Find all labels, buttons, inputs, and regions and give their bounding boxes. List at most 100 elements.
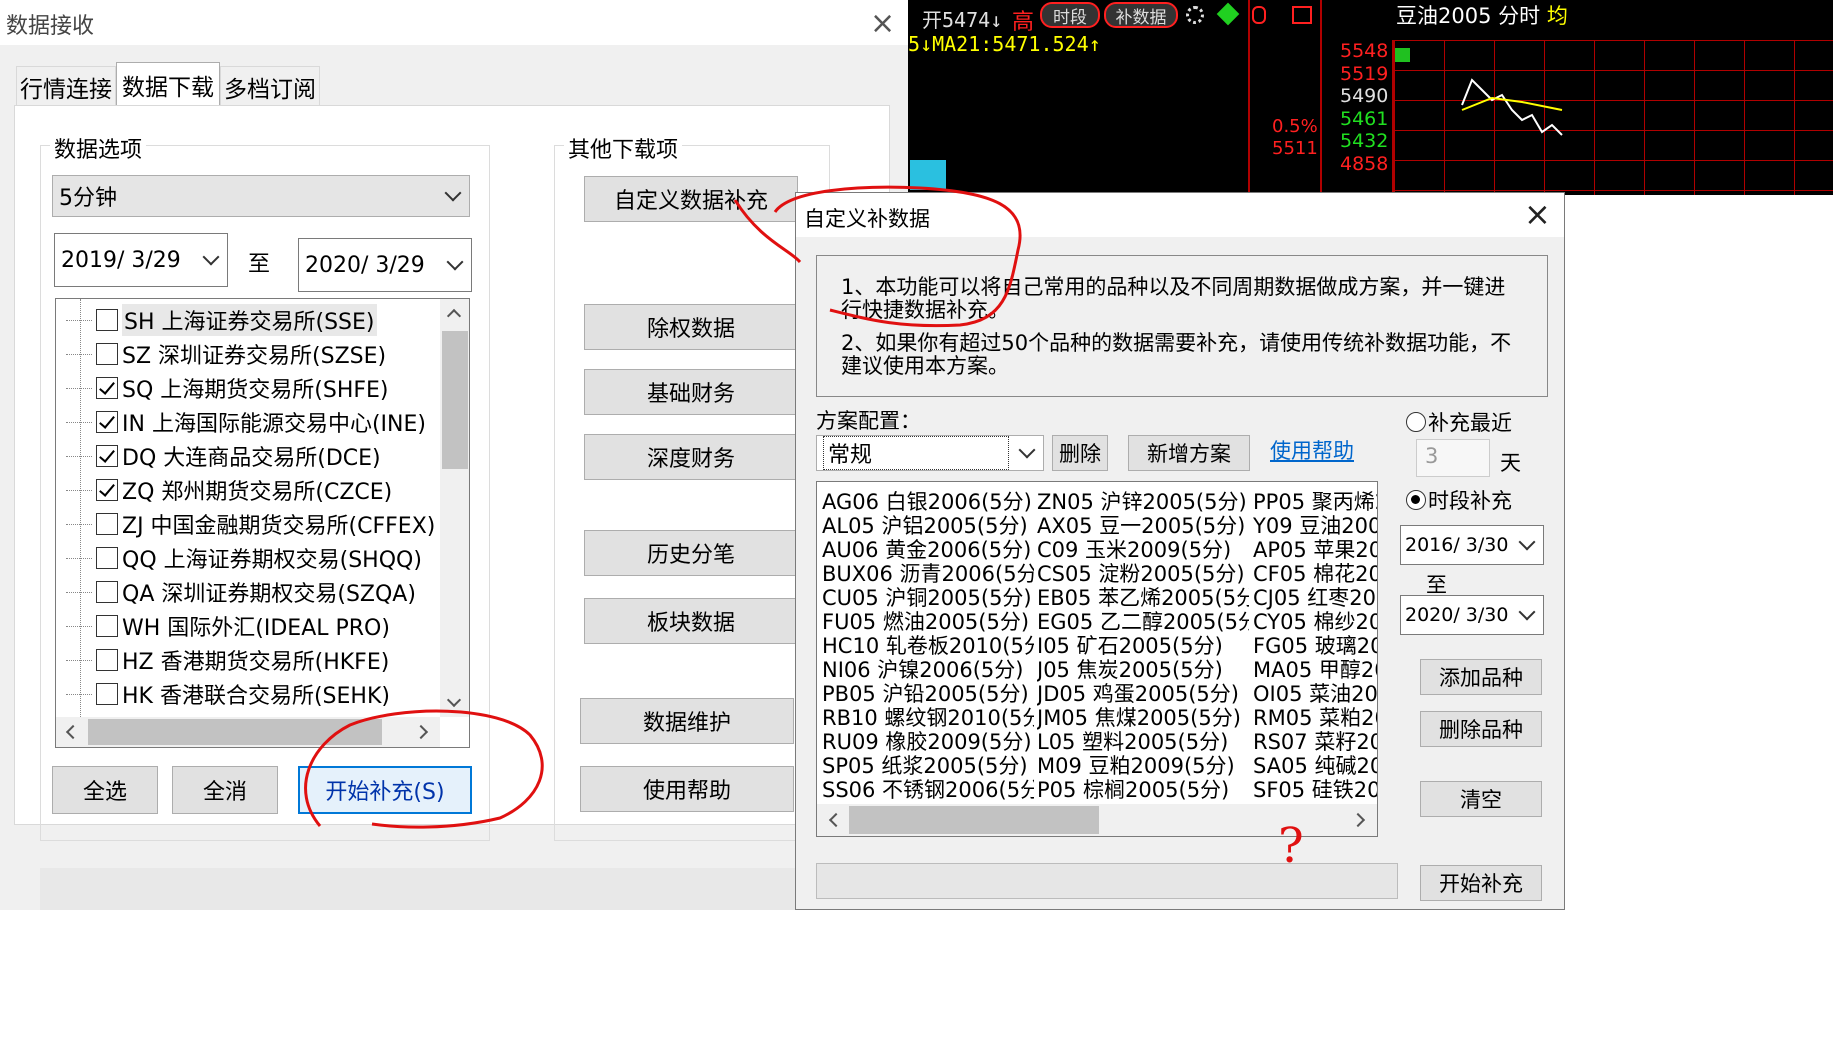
market-item[interactable]: IN 上海国际能源交易中心(INE) [66,405,426,439]
ex-rights-button[interactable]: 除权数据 [584,304,798,350]
checkbox-empty-icon[interactable] [96,547,118,569]
help-button[interactable]: 使用帮助 [580,766,794,812]
supplement-chip-button[interactable]: 补数据 [1104,2,1178,28]
add-scheme-button[interactable]: 新增方案 [1128,435,1250,471]
tab-data-download[interactable]: 数据下载 [116,62,220,106]
tab-market-connect[interactable]: 行情连接 [16,66,116,106]
delete-instrument-button[interactable]: 删除品种 [1420,711,1542,747]
data-maintenance-button[interactable]: 数据维护 [580,698,794,744]
market-item-label: WH 国际外汇(IDEAL PRO) [122,616,390,641]
lock-toggle-icon[interactable] [1252,6,1266,24]
checkbox-checked-icon[interactable] [96,411,118,433]
market-item[interactable]: WH 国际外汇(IDEAL PRO) [66,609,390,643]
date-to-label: 至 [248,252,271,277]
market-item[interactable]: SQ 上海期货交易所(SHFE) [66,371,389,405]
market-item[interactable]: QA 深圳证券期权交易(SZQA) [66,575,416,609]
scroll-up-icon[interactable] [446,308,462,324]
vertical-scrollbar[interactable] [440,299,469,717]
scheme-select[interactable]: 常规 [816,435,1044,471]
ma21-text: 5↓MA21:5471.524↑ [908,32,1101,56]
info-box: 1、本功能可以将自己常用的品种以及不同周期数据做成方案，并一键进行快捷数据补充。… [816,255,1548,397]
market-item-label: ZQ 郑州期货交易所(CZCE) [122,480,393,505]
checkbox-empty-icon[interactable] [96,343,118,365]
dialog-date-to-picker[interactable]: 2020/ 3/30 [1400,595,1544,635]
scroll-right-icon[interactable] [413,724,429,740]
dialog-start-button[interactable]: 开始补充 [1420,865,1542,901]
window-titlebar [0,0,908,45]
window-title: 数据接收 [6,14,95,39]
dialog-date-from-picker[interactable]: 2016/ 3/30 [1400,525,1544,565]
checkbox-checked-icon[interactable] [96,479,118,501]
checkbox-empty-icon[interactable] [96,513,118,535]
supplement-chip-label: 补数据 [1115,7,1167,28]
tick-history-button[interactable]: 历史分笔 [584,530,798,576]
market-item-label: HK 香港联合交易所(SEHK) [122,684,390,709]
clear-button[interactable]: 清空 [1420,781,1542,817]
checkbox-empty-icon[interactable] [96,683,118,705]
scroll-right-icon[interactable] [1350,812,1366,828]
checkbox-checked-icon[interactable] [96,445,118,467]
checkbox-empty-icon[interactable] [96,581,118,603]
select-all-button[interactable]: 全选 [52,766,158,814]
period-select[interactable]: 5分钟 [52,175,470,217]
market-item[interactable]: ZQ 郑州期货交易所(CZCE) [65,473,393,507]
horizontal-scrollbar[interactable] [56,717,440,747]
days-unit-label: 天 [1500,451,1521,475]
recent-radio[interactable]: 补充最近 [1406,407,1512,437]
green-diamond-icon[interactable] [1216,2,1240,26]
basic-finance-button[interactable]: 基础财务 [584,369,798,415]
chart-pct-2: 5511 [1272,138,1318,159]
deep-finance-button[interactable]: 深度财务 [584,434,798,480]
checkbox-empty-icon[interactable] [96,615,118,637]
deselect-all-button[interactable]: 全消 [172,766,278,814]
close-icon[interactable]: × [870,6,895,41]
recent-days-input[interactable]: 3 [1416,439,1490,477]
instrument-item[interactable]: SS06 不锈钢2006(5分) [822,774,1034,804]
scheme-label: 方案配置： [816,409,921,433]
price-line [1461,78,1563,136]
period-radio[interactable]: 时段补充 [1406,485,1512,515]
horizontal-scroll-thumb[interactable] [88,719,382,745]
start-supplement-button[interactable]: 开始补充(S) [298,766,472,814]
sector-data-button[interactable]: 板块数据 [584,598,798,644]
help-link[interactable]: 使用帮助 [1270,435,1354,465]
radio-selected-icon [1406,490,1426,510]
scroll-left-icon[interactable] [828,812,844,828]
checkbox-empty-icon[interactable] [96,649,118,671]
market-item[interactable]: DQ 大连商品交易所(DCE) [66,439,381,473]
list-scroll-thumb[interactable] [849,806,1099,834]
chart-vline-2 [1320,0,1322,195]
checkbox-empty-icon[interactable] [96,309,118,331]
add-instrument-button[interactable]: 添加品种 [1420,659,1542,695]
market-item[interactable]: HZ 香港期货交易所(HKFE) [65,643,389,677]
dialog-title: 自定义补数据 [804,207,930,231]
window-box-icon[interactable] [1292,6,1312,24]
scroll-left-icon[interactable] [65,724,81,740]
gear-icon[interactable] [1186,6,1204,24]
market-item[interactable]: SZ 深圳证券交易所(SZSE) [65,337,386,371]
market-item[interactable]: ZJ 中国金融期货交易所(CFFEX) [65,507,435,541]
custom-supplement-button[interactable]: 自定义数据补充 [584,176,798,222]
market-item[interactable]: QQ 上海证券期权交易(SHQQ) [66,541,422,575]
checkbox-checked-icon[interactable] [96,377,118,399]
close-icon[interactable]: × [1524,195,1551,233]
date-to-picker[interactable]: 2020/ 3/29 [298,238,472,292]
period-chip-button[interactable]: 时段 [1040,2,1100,28]
market-item[interactable]: HK 香港联合交易所(SEHK) [66,677,390,711]
market-item-label: QQ 上海证券期权交易(SHQQ) [122,548,422,573]
chevron-down-icon [444,184,462,202]
instrument-item[interactable]: SF05 硅铁200 [1253,774,1377,804]
tab-multi-depth[interactable]: 多档订阅 [220,66,320,106]
scroll-down-icon[interactable] [446,692,462,708]
vertical-scroll-thumb[interactable] [442,331,468,469]
delete-scheme-button[interactable]: 删除 [1052,435,1108,471]
info-line-1: 1、本功能可以将自己常用的品种以及不同周期数据做成方案，并一键进行快捷数据补充。 [841,275,1506,322]
market-item-label: QA 深圳证券期权交易(SZQA) [122,582,416,607]
market-item[interactable]: SH 上海证券交易所(SSE) [66,303,377,337]
instrument-item[interactable]: P05 棕榈2005(5分) [1037,774,1249,804]
other-downloads-label: 其他下载项 [564,132,683,164]
market-item-label: SH 上海证券交易所(SSE) [122,304,377,336]
instrument-list[interactable]: AG06 白银2006(5分) AL05 沪铝2005(5分) AU06 黄金200… [816,481,1378,837]
date-from-picker[interactable]: 2019/ 3/29 [54,233,228,287]
market-tree[interactable]: SH 上海证券交易所(SSE) SZ 深圳证券交易所(SZSE) SQ 上海期货交易… [55,298,470,748]
